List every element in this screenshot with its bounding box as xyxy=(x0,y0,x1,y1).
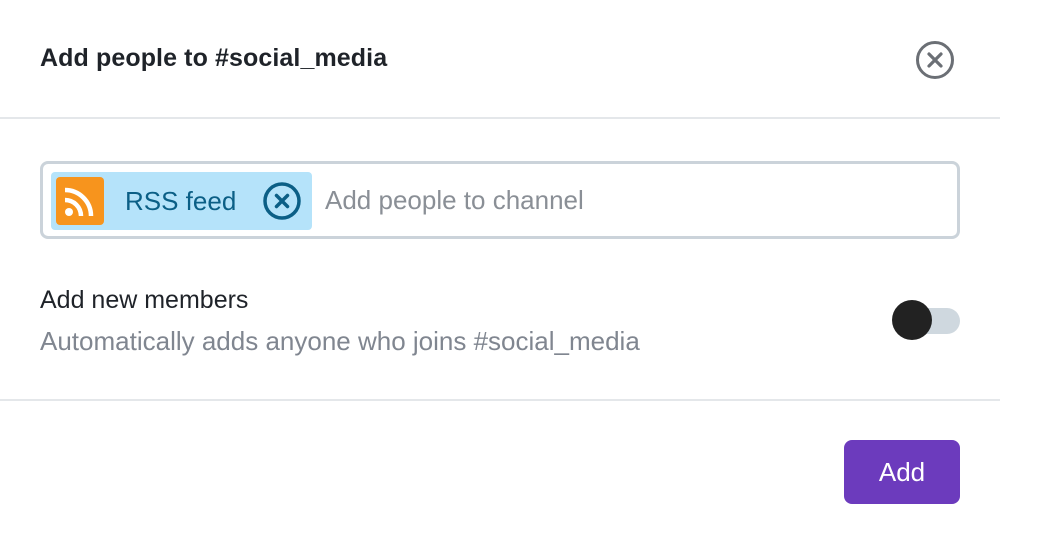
add-button[interactable]: Add xyxy=(844,440,960,504)
selected-user-chip: RSS feed xyxy=(51,172,312,230)
rss-icon xyxy=(64,187,94,217)
close-circle-icon xyxy=(916,41,954,79)
chip-remove-button[interactable] xyxy=(262,181,302,221)
dialog-body: RSS feed Add new members Automatically a… xyxy=(0,119,1000,401)
remove-circle-icon xyxy=(263,182,301,220)
people-chip-input[interactable]: RSS feed xyxy=(40,161,960,239)
add-new-members-description: Automatically adds anyone who joins #soc… xyxy=(40,326,640,356)
dialog-title: Add people to #social_media xyxy=(40,44,388,72)
chip-avatar xyxy=(56,177,104,225)
close-button[interactable] xyxy=(915,40,955,80)
add-people-input[interactable] xyxy=(325,178,925,222)
toggle-knob xyxy=(892,300,932,340)
chip-label: RSS feed xyxy=(125,186,237,216)
add-new-members-toggle[interactable] xyxy=(892,300,960,342)
add-people-dialog: Add people to #social_media RSS feed Add… xyxy=(0,0,1000,544)
add-new-members-title: Add new members xyxy=(40,286,249,314)
dialog-header: Add people to #social_media xyxy=(0,0,1000,119)
